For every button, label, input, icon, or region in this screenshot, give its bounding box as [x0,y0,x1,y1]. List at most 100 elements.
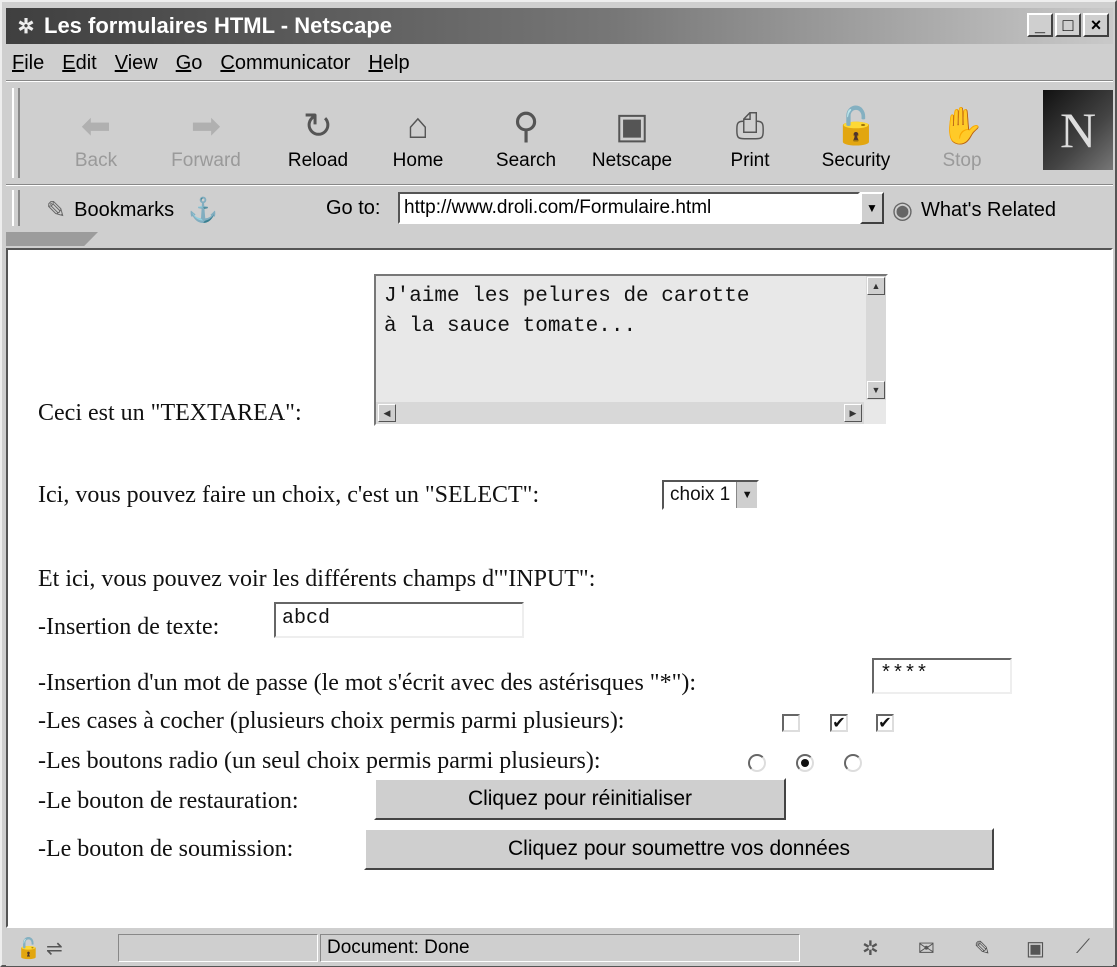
bookmarks-button[interactable]: ✎ Bookmarks ⚓ [46,196,226,225]
radio-1[interactable] [748,754,766,772]
netscape-logo[interactable]: N [1043,90,1113,170]
toolbar-button-label: Security [821,150,891,171]
security-button[interactable]: 🔓 Security [806,84,906,182]
connection-icon: ⇌ [46,938,63,960]
search-icon: ⚲ [512,105,540,146]
select-label: Ici, vous pouvez faire un choix, c'est u… [38,482,540,508]
stop-icon: ✋ [939,105,985,146]
scroll-right-icon[interactable]: ▶ [844,404,862,422]
toolbar-grip[interactable] [12,88,20,178]
my-netscape-icon: ▣ [614,105,649,146]
password-label: -Insertion d'un mot de passe (le mot s'é… [38,670,697,696]
discussion-icon[interactable]: ✎ [974,936,991,961]
input-intro: Et ici, vous pouvez voir les différents … [38,566,596,592]
print-button[interactable]: ⎙ Print [700,84,800,182]
submit-label: -Le bouton de soumission: [38,836,294,862]
toolbar-button-label: Home [392,150,444,171]
radio-label: -Les boutons radio (un seul choix permis… [38,748,601,774]
radio-2[interactable] [796,754,814,772]
menu-bar: File Edit View Go Communicator Help [6,48,422,78]
menu-view[interactable]: View [115,52,158,75]
divider [6,184,1113,186]
comment-textarea[interactable]: J'aime les pelures de carotte à la sauce… [374,274,888,426]
toolbar-grip[interactable] [12,190,20,226]
checkbox-2[interactable]: ✔ [830,714,848,732]
title-bar[interactable]: ✲ Les formulaires HTML - Netscape _ □ × [6,8,1113,44]
stop-button[interactable]: ✋ Stop [912,84,1012,182]
goto-label: Go to: [326,197,381,219]
whats-related-icon: ◉ [892,197,913,224]
security-lock-icon: 🔓 [833,105,879,146]
text-input[interactable]: abcd [274,602,524,638]
forward-arrow-icon: ➡ [190,105,222,146]
back-button[interactable]: ⬅ Back [46,84,146,182]
toolbar-button-label: Netscape [591,150,673,171]
home-button[interactable]: ⌂ Home [368,84,468,182]
location-toolbar: ✎ Bookmarks ⚓ Go to: http://www.droli.co… [6,188,1113,230]
radio-3[interactable] [844,754,862,772]
toolbar-button-label: Forward [171,150,241,171]
reload-button[interactable]: ↻ Reload [268,84,368,182]
back-arrow-icon: ⬅ [80,105,112,146]
status-bar: 🔓 ⇌ Document: Done ✲ ✉ ✎ ▣ ⟋ [6,932,1113,966]
reload-icon: ↻ [302,105,334,146]
location-icon[interactable]: ⚓ [188,196,218,225]
vertical-scrollbar[interactable]: ▲ ▼ [866,276,886,400]
home-icon: ⌂ [407,105,429,146]
composer-icon[interactable]: ▣ [1026,936,1045,961]
chevron-down-icon[interactable]: ▼ [860,192,884,224]
status-text: Document: Done [320,934,800,962]
toolbar-button-label: Back [74,150,118,171]
security-lock-icon[interactable]: 🔓 [16,936,41,961]
collapsed-toolbar-tab[interactable] [6,232,98,246]
whats-related-button[interactable]: ◉ What's Related [892,196,1056,225]
menu-go[interactable]: Go [176,52,203,75]
print-icon: ⎙ [735,105,765,146]
toolbar-button-label: Print [730,150,770,171]
bookmarks-label: Bookmarks [74,199,175,221]
reset-button[interactable]: Cliquez pour réinitialiser [374,778,786,820]
checkbox-3[interactable]: ✔ [876,714,894,732]
mail-icon[interactable]: ✉ [918,936,935,961]
maximize-button[interactable]: □ [1055,13,1081,37]
submit-button[interactable]: Cliquez pour soumettre vos données [364,828,994,870]
textarea-text: J'aime les pelures de carotte à la sauce… [384,285,750,338]
resize-grip-icon[interactable]: ⟋ [1076,936,1090,959]
scroll-down-icon[interactable]: ▼ [867,381,885,399]
url-input[interactable]: http://www.droli.com/Formulaire.html [398,192,860,224]
search-button[interactable]: ⚲ Search [476,84,576,182]
netscape-window-icon: ✲ [17,15,35,38]
divider [6,80,1113,82]
toolbar-button-label: Search [495,150,557,171]
chevron-down-icon[interactable]: ▼ [736,482,758,508]
menu-communicator[interactable]: Communicator [220,52,350,75]
progress-panel [118,934,318,962]
close-button[interactable]: × [1083,13,1109,37]
choice-select[interactable]: choix 1 ▼ [662,480,760,510]
scroll-up-icon[interactable]: ▲ [867,277,885,295]
minimize-button[interactable]: _ [1027,13,1053,37]
navigation-toolbar: ⬅ Back ➡ Forward ↻ Reload ⌂ Home ⚲ Search ▣ Netscap… [6,84,1113,182]
reset-label: -Le bouton de restauration: [38,788,299,814]
navigator-icon[interactable]: ✲ [862,936,879,961]
scroll-left-icon[interactable]: ◀ [378,404,396,422]
checkbox-label: -Les cases à cocher (plusieurs choix per… [38,708,625,734]
toolbar-button-label: Reload [287,150,349,171]
text-input-label: -Insertion de texte: [38,614,220,640]
menu-help[interactable]: Help [368,52,409,75]
horizontal-scrollbar[interactable]: ◀ ▶ [376,402,864,424]
netscape-button[interactable]: ▣ Netscape [582,84,682,182]
menu-edit[interactable]: Edit [62,52,96,75]
window-title: Les formulaires HTML - Netscape [44,13,393,38]
forward-button[interactable]: ➡ Forward [156,84,256,182]
browser-window: ✲ Les formulaires HTML - Netscape _ □ × … [0,0,1117,967]
page-content: J'aime les pelures de carotte à la sauce… [6,248,1113,928]
textarea-label: Ceci est un "TEXTAREA": [38,400,302,426]
password-input[interactable]: **** [872,658,1012,694]
select-value: choix 1 [670,484,731,505]
bookmarks-icon: ✎ [46,197,67,224]
menu-file[interactable]: File [12,52,44,75]
toolbar-button-label: Stop [942,150,982,171]
whats-related-label: What's Related [920,199,1056,221]
checkbox-1[interactable] [782,714,800,732]
